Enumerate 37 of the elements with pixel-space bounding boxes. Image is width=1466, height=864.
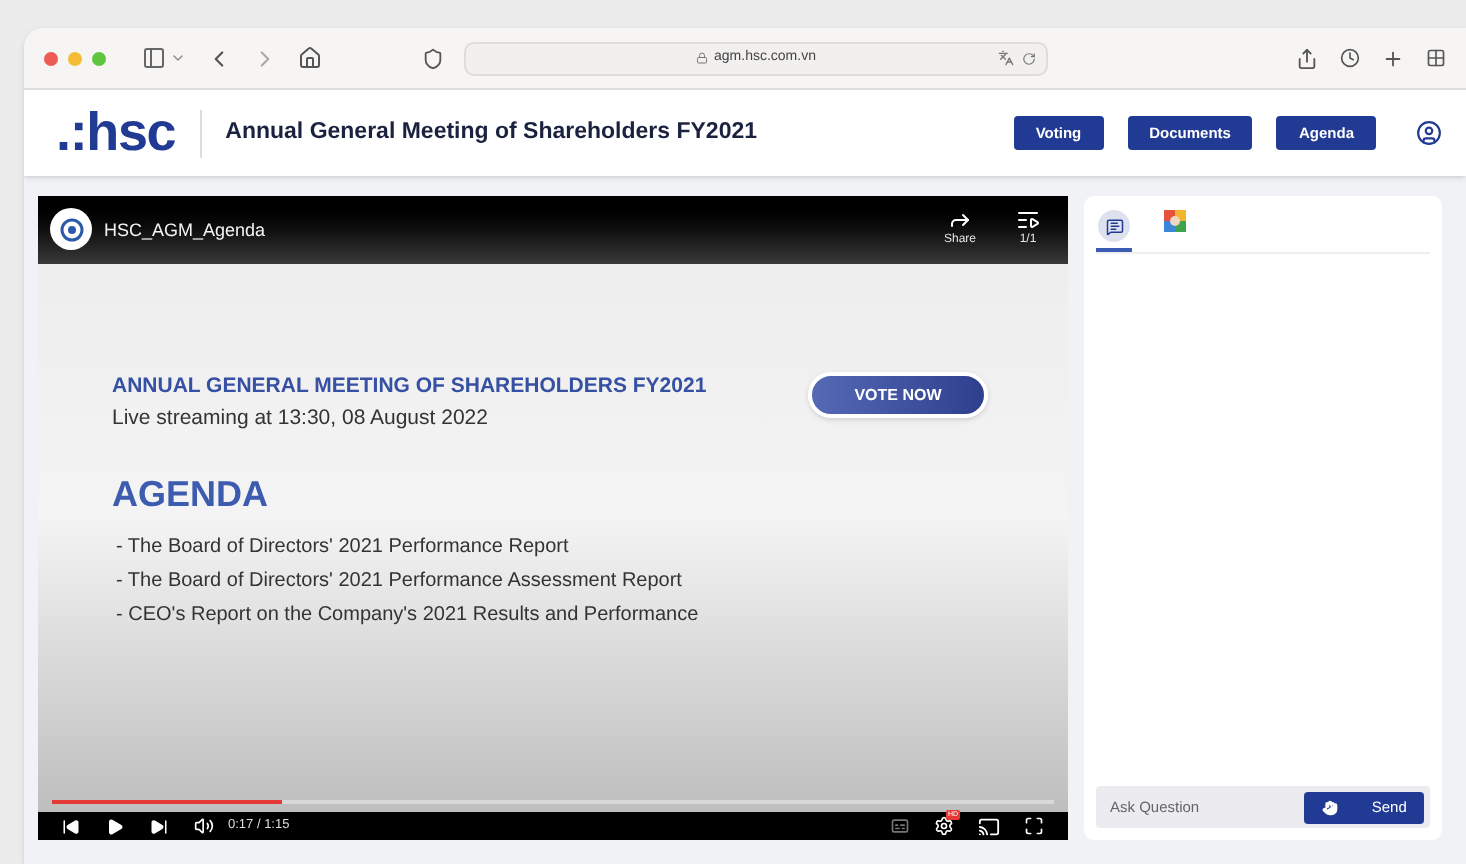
panel-tab[interactable] [1096, 210, 1132, 252]
translate-icon[interactable] [998, 50, 1014, 66]
hand-icon [1321, 799, 1338, 815]
logo[interactable]: .:hsc [56, 106, 176, 160]
tabs-overview-icon[interactable] [1426, 48, 1446, 68]
agenda-item: - CEO's Report on the Company's 2021 Results and Performance [116, 601, 701, 629]
next-icon[interactable] [150, 817, 168, 835]
new-tab-icon[interactable] [1382, 47, 1404, 69]
slide-subheading: Live streaming at 13:30, 08 August 2022 [112, 403, 490, 434]
agenda-title: AGENDA [112, 471, 271, 517]
home-icon[interactable] [298, 46, 322, 70]
volume-icon[interactable] [194, 816, 214, 836]
fullscreen-icon[interactable] [1024, 816, 1044, 836]
page-title: Annual General Meeting of Shareholders FY2021 [225, 117, 758, 148]
account-icon[interactable] [1416, 120, 1442, 146]
agenda-item: - The Board of Directors' 2021 Performance Report [116, 533, 571, 561]
clock-icon[interactable] [1340, 48, 1360, 68]
agenda-item: - The Board of Directors' 2021 Performance Assessment Report [116, 567, 684, 595]
chevron-down-icon[interactable] [170, 50, 186, 66]
previous-icon[interactable] [62, 817, 80, 835]
sidebar-icon[interactable] [142, 46, 166, 70]
play-icon[interactable] [106, 817, 124, 835]
vote-now-button[interactable]: VOTE NOW [808, 372, 988, 418]
captions-icon[interactable] [890, 816, 910, 836]
slide-heading: ANNUAL GENERAL MEETING OF SHAREHOLDERS FY2021 [112, 372, 707, 402]
lock-icon [696, 52, 709, 64]
reload-icon[interactable] [1022, 51, 1036, 65]
playlist-icon [1016, 208, 1040, 232]
app-icon [1163, 210, 1185, 232]
video-title[interactable]: HSC_AGM_Agenda [104, 218, 266, 245]
settings-icon[interactable] [934, 816, 954, 836]
share-icon[interactable] [1296, 47, 1318, 69]
airplay-icon[interactable] [978, 815, 1000, 837]
chat-icon [1105, 217, 1123, 235]
close-window-icon[interactable] [44, 51, 58, 65]
share-arrow-icon [947, 208, 972, 232]
shield-icon[interactable] [422, 47, 444, 69]
